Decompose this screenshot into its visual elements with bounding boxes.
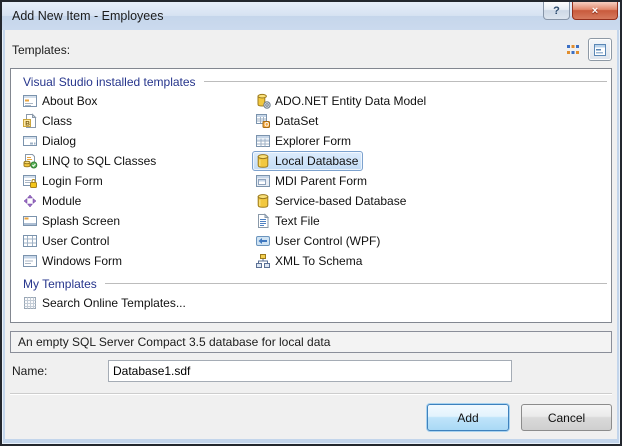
close-button[interactable]: × [572,2,618,20]
template-item-mdi-parent-form[interactable]: MDI Parent Form [252,171,372,191]
template-item-dialog[interactable]: Dialog [19,131,81,151]
linq-sql-icon [22,153,38,169]
template-item-label: Local Database [275,154,359,168]
about-form-icon [22,93,38,109]
template-item-label: User Control [42,234,110,248]
template-item-label: ADO.NET Entity Data Model [275,94,427,108]
svg-text:O: O [264,122,269,128]
templates-list[interactable]: Visual Studio installed templates About … [10,68,612,323]
template-item-login-form[interactable]: Login Form [19,171,108,191]
user-control-icon [22,233,38,249]
templates-label: Templates: [12,43,71,57]
template-item-about-box[interactable]: About Box [19,91,102,111]
template-item-service-based-database[interactable]: Service-based Database [252,191,411,211]
wpf-control-icon [255,233,271,249]
template-description: An empty SQL Server Compact 3.5 database… [18,335,331,349]
template-description-bar: An empty SQL Server Compact 3.5 database… [10,331,612,353]
name-input[interactable] [108,360,512,382]
help-icon: ? [553,4,560,17]
section-header-installed: Visual Studio installed templates [23,74,607,89]
template-item-label: Search Online Templates... [42,296,186,310]
section-title-installed: Visual Studio installed templates [23,74,196,89]
template-item-label: Service-based Database [275,194,407,208]
name-label: Name: [12,364,48,378]
small-icons-view-icon [565,42,581,58]
dataset-icon: O [255,113,271,129]
template-item-label: Text File [275,214,320,228]
template-item-label: DataSet [275,114,319,128]
template-item-label: LINQ to SQL Classes [42,154,157,168]
template-item-ado-net-entity-data-model[interactable]: ADO.NET Entity Data Model [252,91,431,111]
template-item-label: User Control (WPF) [275,234,381,248]
template-item-module[interactable]: Module [19,191,86,211]
template-item-explorer-form[interactable]: Explorer Form [252,131,356,151]
template-item-label: XML To Schema [275,254,363,268]
template-item-label: Dialog [42,134,77,148]
section-header-my-templates: My Templates [23,276,607,291]
windows-form-icon [22,253,38,269]
template-item-label: Explorer Form [275,134,352,148]
search-online-icon [22,295,38,311]
details-view-icon [592,42,608,58]
section-title-my-templates: My Templates [23,276,97,291]
small-icons-view-button[interactable] [561,38,585,61]
section-rule [203,81,607,82]
my-templates-grid: Search Online Templates... [19,293,611,313]
module-icon [22,193,38,209]
close-icon: × [591,4,599,17]
template-item-label: MDI Parent Form [275,174,368,188]
view-toggle-group [561,38,612,61]
template-item-label: Module [42,194,82,208]
template-item-dataset[interactable]: O DataSet [252,111,323,131]
titlebar[interactable]: Add New Item - Employees [2,2,620,30]
separator [10,393,612,395]
dialog-icon [22,133,38,149]
template-item-linq-to-sql-classes[interactable]: LINQ to SQL Classes [19,151,161,171]
template-item-local-database[interactable]: Local Database [252,151,364,171]
database-icon [255,193,271,209]
window-title: Add New Item - Employees [12,9,164,23]
svg-text:B: B [25,120,30,127]
template-item-label: About Box [42,94,98,108]
template-item-label: Login Form [42,174,103,188]
splash-icon [22,213,38,229]
xml-schema-icon [255,253,271,269]
template-item-label: Windows Form [42,254,123,268]
template-item-xml-to-schema[interactable]: XML To Schema [252,251,367,271]
add-button[interactable]: Add [427,404,509,431]
template-item-user-control[interactable]: User Control [19,231,114,251]
template-item-label: Splash Screen [42,214,121,228]
login-form-icon [22,173,38,189]
class-vb-icon: B [22,113,38,129]
template-item-class[interactable]: B Class [19,111,77,131]
ado-entity-icon [255,93,271,109]
add-new-item-dialog: Add New Item - Employees ? × Templates: … [0,0,622,446]
installed-templates-grid: About Box ADO.NET Entity Data Model B Class… [19,91,611,271]
mdi-form-icon [255,173,271,189]
details-view-button[interactable] [588,38,612,61]
template-item-user-control-wpf[interactable]: User Control (WPF) [252,231,385,251]
section-rule [104,283,607,284]
database-icon [255,153,271,169]
cancel-button[interactable]: Cancel [521,404,612,431]
text-file-icon [255,213,271,229]
dialog-client-area: Templates: Visual Studio installed templ… [5,30,617,439]
template-item-label: Class [42,114,73,128]
template-item-windows-form[interactable]: Windows Form [19,251,127,271]
help-button[interactable]: ? [543,2,570,20]
template-item-search-online-templates[interactable]: Search Online Templates... [19,293,191,313]
template-item-splash-screen[interactable]: Splash Screen [19,211,125,231]
template-item-text-file[interactable]: Text File [252,211,325,231]
explorer-form-icon [255,133,271,149]
